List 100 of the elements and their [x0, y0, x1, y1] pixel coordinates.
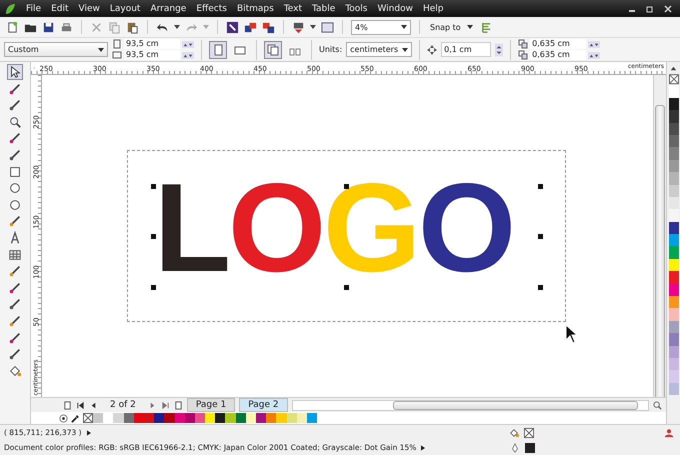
color-swatch[interactable] — [174, 413, 185, 423]
export-icon[interactable] — [262, 20, 275, 34]
color-swatch[interactable] — [236, 413, 246, 423]
logo-letter[interactable]: O — [418, 165, 514, 291]
table-icon[interactable] — [8, 248, 22, 262]
color-swatch[interactable] — [134, 413, 144, 423]
color-swatch[interactable] — [184, 413, 195, 423]
color-swatch[interactable] — [668, 85, 678, 98]
menu-item[interactable]: File — [26, 4, 42, 14]
all-pages-button[interactable] — [264, 40, 282, 58]
menu-item[interactable]: Edit — [51, 4, 68, 14]
color-swatch[interactable] — [668, 358, 678, 370]
color-swatch[interactable] — [668, 333, 678, 346]
spinner-icon[interactable] — [182, 52, 194, 58]
color-swatch[interactable] — [246, 413, 256, 423]
selection-handle[interactable] — [151, 184, 156, 189]
no-color-swatch[interactable] — [668, 73, 678, 86]
color-swatch[interactable] — [93, 413, 104, 423]
last-page-icon[interactable] — [160, 400, 170, 410]
print-icon[interactable] — [60, 20, 73, 34]
color-swatch[interactable] — [154, 413, 164, 423]
import-icon[interactable] — [244, 20, 257, 34]
no-color-swatch[interactable] — [83, 413, 93, 423]
next-page-icon[interactable] — [148, 400, 157, 410]
menu-item[interactable]: Tools — [345, 4, 368, 14]
vertical-scrollbar[interactable] — [653, 75, 666, 397]
color-swatch[interactable] — [215, 413, 226, 423]
color-swatch[interactable] — [266, 413, 276, 423]
selection-handle[interactable] — [151, 234, 156, 239]
color-swatch[interactable] — [668, 258, 678, 272]
scroll-up-icon[interactable] — [669, 64, 678, 73]
color-swatch[interactable] — [668, 147, 678, 160]
color-swatch[interactable] — [668, 110, 678, 123]
color-swatch[interactable] — [286, 413, 297, 423]
color-swatch[interactable] — [225, 413, 236, 423]
save-icon[interactable] — [42, 20, 55, 34]
color-swatch[interactable] — [205, 413, 216, 423]
spinner-icon[interactable] — [182, 40, 194, 48]
menu-item[interactable]: View — [78, 4, 100, 14]
palette-menu-icon[interactable] — [59, 414, 68, 422]
logo-letter[interactable]: L — [154, 165, 228, 291]
selection-handle[interactable] — [151, 285, 156, 290]
menu-item[interactable]: Window — [377, 4, 413, 14]
menu-item[interactable]: Table — [312, 4, 336, 14]
expand-arrow-icon[interactable] — [86, 430, 91, 436]
magnifier-icon[interactable] — [8, 114, 22, 129]
color-swatch[interactable] — [668, 172, 678, 185]
color-swatch[interactable] — [306, 413, 318, 423]
color-swatch[interactable] — [668, 271, 678, 284]
menu-item[interactable]: Layout — [110, 4, 140, 14]
paste-icon[interactable] — [126, 20, 139, 34]
color-swatch[interactable] — [668, 370, 678, 383]
logo-letter[interactable]: O — [228, 165, 323, 291]
spinner-icon[interactable] — [588, 52, 600, 58]
zoom-icon[interactable] — [653, 400, 662, 410]
color-swatch[interactable] — [668, 209, 678, 222]
color-swatch[interactable] — [668, 284, 678, 296]
previous-page-icon[interactable] — [89, 400, 98, 410]
person-icon[interactable] — [664, 428, 674, 438]
selection-handle[interactable] — [538, 184, 543, 189]
color-swatch[interactable] — [124, 413, 134, 423]
selection-handle[interactable] — [538, 285, 543, 290]
duplicate-y-field[interactable]: 0,635 cm — [530, 50, 586, 60]
color-swatch[interactable] — [668, 222, 678, 234]
add-page-icon[interactable] — [174, 400, 183, 410]
selection-handle[interactable] — [344, 184, 349, 189]
selection-handle[interactable] — [538, 234, 543, 239]
color-swatch[interactable] — [668, 160, 678, 172]
paint-bucket-icon[interactable] — [8, 364, 22, 378]
page-size-dropdown[interactable]: Custom — [4, 42, 108, 57]
portrait-button[interactable] — [209, 40, 227, 58]
first-page-icon[interactable] — [76, 400, 85, 410]
selection-handle[interactable] — [344, 285, 349, 290]
color-swatch[interactable] — [668, 382, 678, 396]
new-document-icon[interactable] — [6, 20, 19, 34]
color-swatch[interactable] — [668, 98, 678, 110]
caret-icon[interactable] — [310, 25, 316, 29]
page-height-field[interactable]: 93,5 cm — [124, 50, 180, 60]
spinner-icon[interactable] — [495, 42, 504, 58]
menu-item[interactable]: Text — [284, 4, 302, 14]
zoom-level-dropdown[interactable]: 4% — [351, 20, 411, 34]
color-swatch[interactable] — [668, 346, 678, 358]
caret-icon[interactable] — [174, 25, 180, 29]
horizontal-scrollbar[interactable] — [292, 400, 649, 410]
restore-icon[interactable] — [646, 4, 654, 12]
nudge-distance-field[interactable]: 0,1 cm — [441, 42, 492, 57]
color-swatch[interactable] — [256, 413, 266, 423]
menu-item[interactable]: Help — [422, 4, 444, 14]
color-swatch[interactable] — [668, 320, 678, 334]
letter-icon[interactable] — [8, 230, 22, 245]
full-screen-icon[interactable] — [321, 20, 334, 34]
color-swatch[interactable] — [668, 234, 678, 246]
page-tab[interactable]: Page 2 — [239, 398, 288, 412]
color-swatch[interactable] — [668, 122, 678, 135]
color-swatch[interactable] — [668, 196, 678, 210]
menu-item[interactable]: Arrange — [150, 4, 186, 14]
color-swatch[interactable] — [668, 296, 678, 308]
duplicate-x-field[interactable]: 0,635 cm — [530, 39, 586, 49]
page-width-field[interactable]: 93,5 cm — [124, 39, 180, 49]
color-swatch[interactable] — [668, 134, 678, 148]
